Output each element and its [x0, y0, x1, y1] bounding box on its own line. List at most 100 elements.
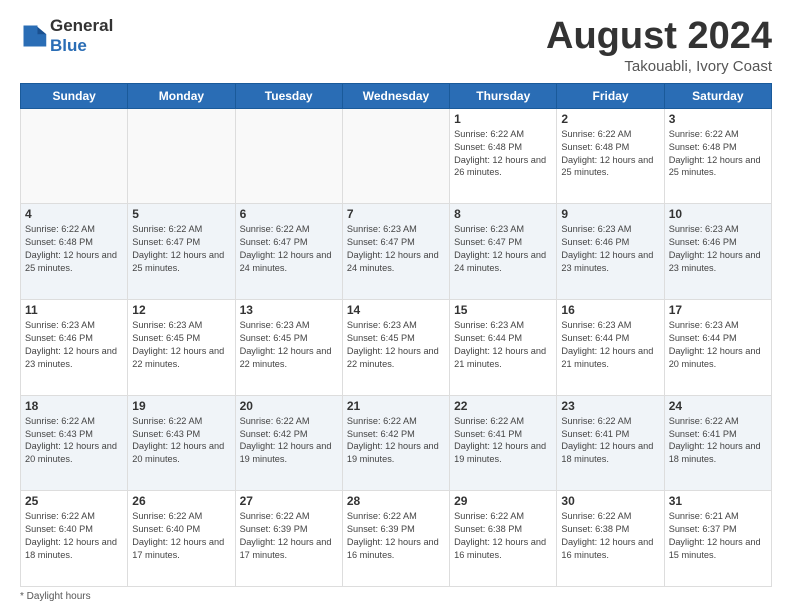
day-info: Sunrise: 6:22 AM Sunset: 6:47 PM Dayligh…: [240, 223, 338, 275]
table-row: 23Sunrise: 6:22 AM Sunset: 6:41 PM Dayli…: [557, 395, 664, 491]
day-info: Sunrise: 6:22 AM Sunset: 6:41 PM Dayligh…: [669, 415, 767, 467]
header: General Blue August 2024 Takouabli, Ivor…: [20, 16, 772, 75]
day-number: 14: [347, 303, 445, 317]
day-number: 21: [347, 399, 445, 413]
day-number: 22: [454, 399, 552, 413]
day-info: Sunrise: 6:23 AM Sunset: 6:46 PM Dayligh…: [669, 223, 767, 275]
table-row: 13 Sunrise: 6:23 AM Sunset: 6:45 PM Dayli…: [235, 300, 342, 396]
table-row: 25 Sunrise: 6:22 AM Sunset: 6:40 PM Dayli…: [21, 491, 128, 587]
calendar-week-row: 11 Sunrise: 6:23 AM Sunset: 6:46 PM Dayli…: [21, 300, 772, 396]
day-info: Sunrise: 6:23 AM Sunset: 6:44 PM Dayligh…: [669, 319, 767, 371]
day-info: Sunrise: 6:22 AM Sunset: 6:47 PM Dayligh…: [132, 223, 230, 275]
day-number: 16: [561, 303, 659, 317]
calendar-week-row: 25 Sunrise: 6:22 AM Sunset: 6:40 PM Dayli…: [21, 491, 772, 587]
calendar-week-row: 18Sunrise: 6:22 AM Sunset: 6:43 PM Dayli…: [21, 395, 772, 491]
day-info: Sunrise: 6:23 AM Sunset: 6:44 PM Dayligh…: [454, 319, 552, 371]
day-info: Sunrise: 6:22 AM Sunset: 6:38 PM Dayligh…: [454, 510, 552, 562]
day-number: 10: [669, 207, 767, 221]
day-info: Sunrise: 6:22 AM Sunset: 6:41 PM Dayligh…: [561, 415, 659, 467]
day-info: Sunrise: 6:22 AM Sunset: 6:48 PM Dayligh…: [454, 128, 552, 180]
footer-note: * Daylight hours: [20, 591, 772, 602]
day-info: Sunrise: 6:23 AM Sunset: 6:44 PM Dayligh…: [561, 319, 659, 371]
calendar-week-row: 1Sunrise: 6:22 AM Sunset: 6:48 PM Daylig…: [21, 108, 772, 204]
day-number: 29: [454, 494, 552, 508]
day-info: Sunrise: 6:22 AM Sunset: 6:48 PM Dayligh…: [561, 128, 659, 180]
logo: General Blue: [20, 16, 113, 55]
day-number: 31: [669, 494, 767, 508]
table-row: 19 Sunrise: 6:22 AM Sunset: 6:43 PM Dayli…: [128, 395, 235, 491]
day-info: Sunrise: 6:23 AM Sunset: 6:45 PM Dayligh…: [240, 319, 338, 371]
col-sunday: Sunday: [21, 83, 128, 108]
logo-blue: Blue: [50, 36, 87, 55]
day-number: 20: [240, 399, 338, 413]
table-row: 3 Sunrise: 6:22 AM Sunset: 6:48 PM Daylig…: [664, 108, 771, 204]
day-info: Sunrise: 6:22 AM Sunset: 6:48 PM Dayligh…: [669, 128, 767, 180]
table-row: 22Sunrise: 6:22 AM Sunset: 6:41 PM Dayli…: [450, 395, 557, 491]
table-row: 8 Sunrise: 6:23 AM Sunset: 6:47 PM Daylig…: [450, 204, 557, 300]
day-number: 17: [669, 303, 767, 317]
table-row: 29 Sunrise: 6:22 AM Sunset: 6:38 PM Dayli…: [450, 491, 557, 587]
day-info: Sunrise: 6:22 AM Sunset: 6:48 PM Dayligh…: [25, 223, 123, 275]
day-info: Sunrise: 6:23 AM Sunset: 6:45 PM Dayligh…: [132, 319, 230, 371]
table-row: [342, 108, 449, 204]
day-number: 2: [561, 112, 659, 126]
logo-icon: [20, 22, 48, 50]
col-saturday: Saturday: [664, 83, 771, 108]
day-number: 25: [25, 494, 123, 508]
day-info: Sunrise: 6:23 AM Sunset: 6:45 PM Dayligh…: [347, 319, 445, 371]
col-wednesday: Wednesday: [342, 83, 449, 108]
table-row: 31 Sunrise: 6:21 AM Sunset: 6:37 PM Dayli…: [664, 491, 771, 587]
table-row: 18Sunrise: 6:22 AM Sunset: 6:43 PM Dayli…: [21, 395, 128, 491]
table-row: 14 Sunrise: 6:23 AM Sunset: 6:45 PM Dayli…: [342, 300, 449, 396]
page: General Blue August 2024 Takouabli, Ivor…: [0, 0, 792, 612]
table-row: 10 Sunrise: 6:23 AM Sunset: 6:46 PM Dayli…: [664, 204, 771, 300]
day-number: 24: [669, 399, 767, 413]
table-row: 20 Sunrise: 6:22 AM Sunset: 6:42 PM Dayli…: [235, 395, 342, 491]
day-info: Sunrise: 6:21 AM Sunset: 6:37 PM Dayligh…: [669, 510, 767, 562]
table-row: 4 Sunrise: 6:22 AM Sunset: 6:48 PM Daylig…: [21, 204, 128, 300]
day-number: 6: [240, 207, 338, 221]
table-row: [235, 108, 342, 204]
col-thursday: Thursday: [450, 83, 557, 108]
table-row: 6 Sunrise: 6:22 AM Sunset: 6:47 PM Daylig…: [235, 204, 342, 300]
table-row: 27Sunrise: 6:22 AM Sunset: 6:39 PM Dayli…: [235, 491, 342, 587]
day-number: 26: [132, 494, 230, 508]
day-info: Sunrise: 6:22 AM Sunset: 6:40 PM Dayligh…: [132, 510, 230, 562]
day-number: 13: [240, 303, 338, 317]
day-number: 12: [132, 303, 230, 317]
month-title: August 2024: [546, 16, 772, 58]
day-info: Sunrise: 6:22 AM Sunset: 6:43 PM Dayligh…: [25, 415, 123, 467]
day-info: Sunrise: 6:23 AM Sunset: 6:47 PM Dayligh…: [454, 223, 552, 275]
day-number: 11: [25, 303, 123, 317]
day-number: 4: [25, 207, 123, 221]
day-info: Sunrise: 6:23 AM Sunset: 6:47 PM Dayligh…: [347, 223, 445, 275]
table-row: 12 Sunrise: 6:23 AM Sunset: 6:45 PM Dayli…: [128, 300, 235, 396]
day-number: 3: [669, 112, 767, 126]
table-row: 9 Sunrise: 6:23 AM Sunset: 6:46 PM Daylig…: [557, 204, 664, 300]
table-row: 16 Sunrise: 6:23 AM Sunset: 6:44 PM Dayli…: [557, 300, 664, 396]
day-number: 30: [561, 494, 659, 508]
day-info: Sunrise: 6:23 AM Sunset: 6:46 PM Dayligh…: [25, 319, 123, 371]
calendar-table: Sunday Monday Tuesday Wednesday Thursday…: [20, 83, 772, 587]
table-row: 30Sunrise: 6:22 AM Sunset: 6:38 PM Dayli…: [557, 491, 664, 587]
day-number: 15: [454, 303, 552, 317]
table-row: 7Sunrise: 6:23 AM Sunset: 6:47 PM Daylig…: [342, 204, 449, 300]
table-row: 5Sunrise: 6:22 AM Sunset: 6:47 PM Daylig…: [128, 204, 235, 300]
table-row: [128, 108, 235, 204]
location: Takouabli, Ivory Coast: [546, 58, 772, 75]
table-row: 26 Sunrise: 6:22 AM Sunset: 6:40 PM Dayli…: [128, 491, 235, 587]
calendar-header-row: Sunday Monday Tuesday Wednesday Thursday…: [21, 83, 772, 108]
table-row: 21Sunrise: 6:22 AM Sunset: 6:42 PM Dayli…: [342, 395, 449, 491]
day-number: 19: [132, 399, 230, 413]
day-info: Sunrise: 6:22 AM Sunset: 6:42 PM Dayligh…: [240, 415, 338, 467]
table-row: 17 Sunrise: 6:23 AM Sunset: 6:44 PM Dayli…: [664, 300, 771, 396]
table-row: 28Sunrise: 6:22 AM Sunset: 6:39 PM Dayli…: [342, 491, 449, 587]
day-info: Sunrise: 6:22 AM Sunset: 6:43 PM Dayligh…: [132, 415, 230, 467]
day-info: Sunrise: 6:22 AM Sunset: 6:40 PM Dayligh…: [25, 510, 123, 562]
calendar-week-row: 4 Sunrise: 6:22 AM Sunset: 6:48 PM Daylig…: [21, 204, 772, 300]
table-row: 15 Sunrise: 6:23 AM Sunset: 6:44 PM Dayli…: [450, 300, 557, 396]
day-info: Sunrise: 6:23 AM Sunset: 6:46 PM Dayligh…: [561, 223, 659, 275]
day-number: 8: [454, 207, 552, 221]
day-number: 9: [561, 207, 659, 221]
day-number: 27: [240, 494, 338, 508]
